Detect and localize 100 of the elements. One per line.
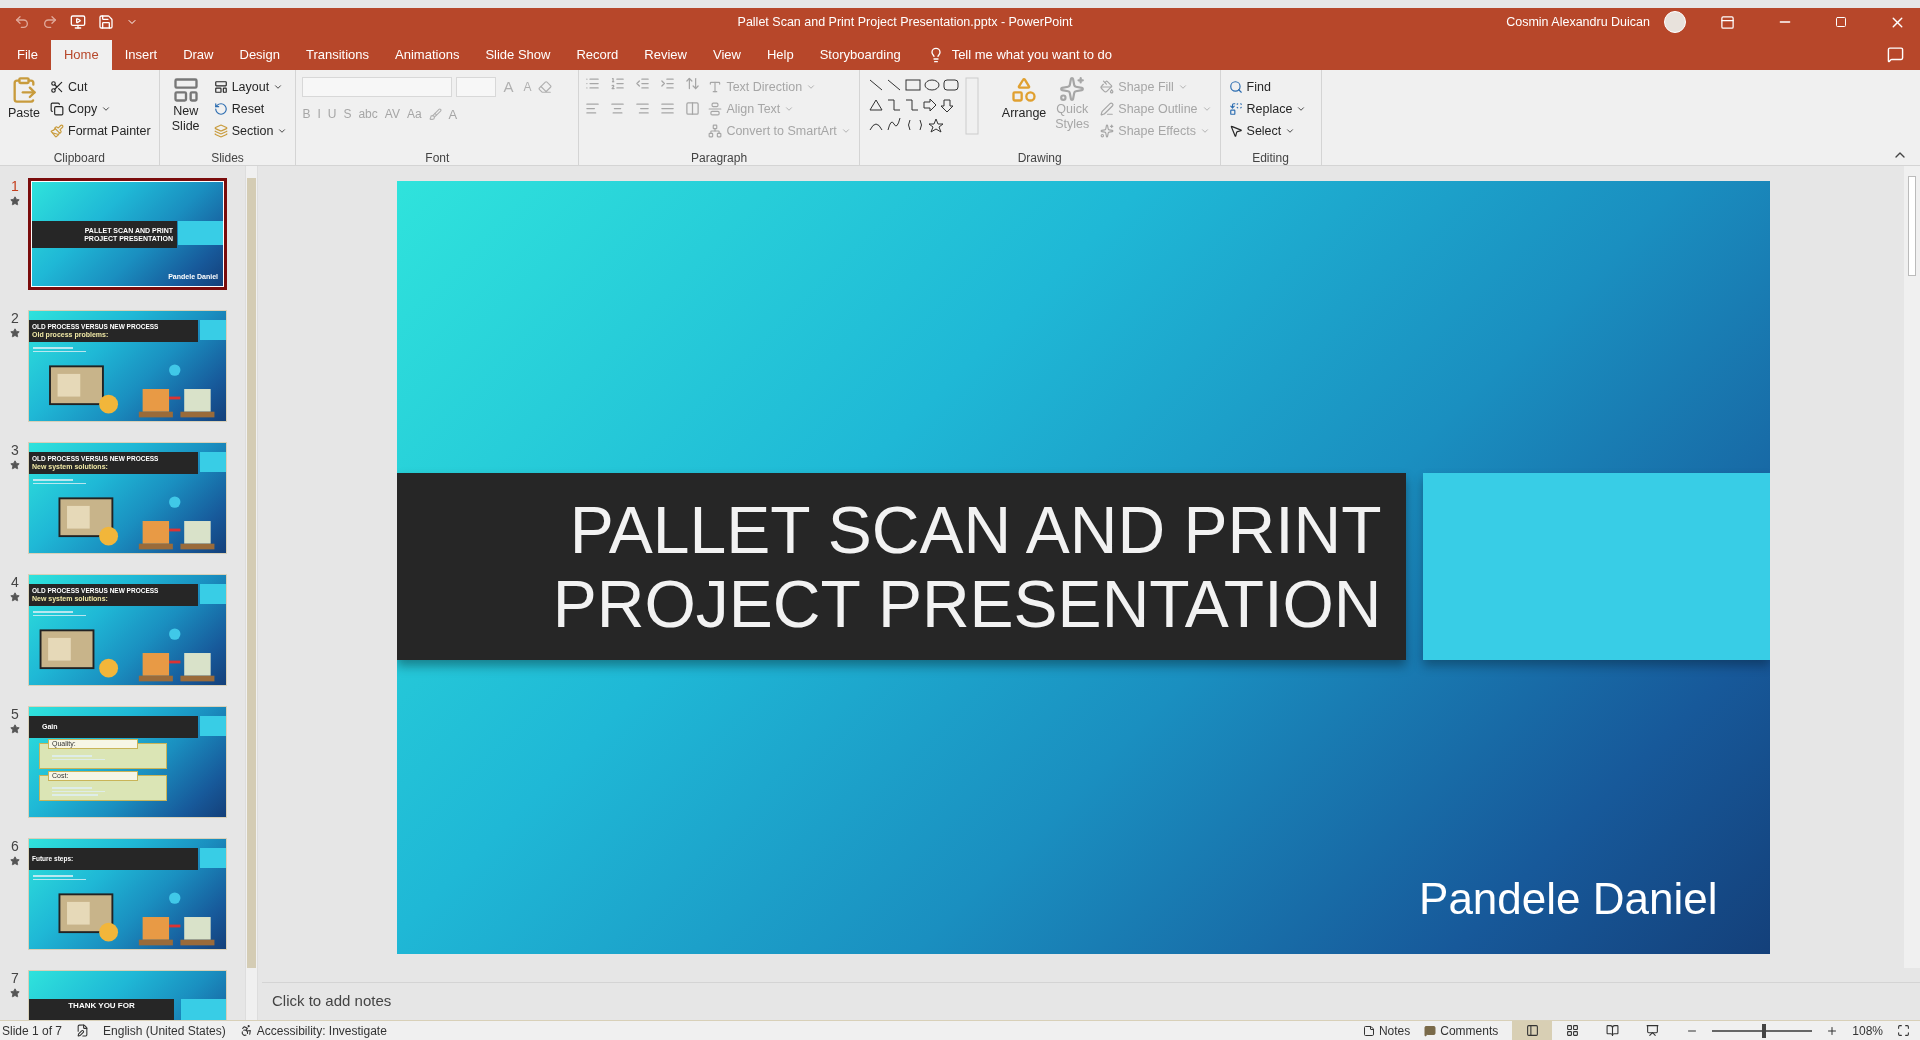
animation-star-icon [10, 196, 20, 206]
ribbon-tab[interactable]: View [700, 40, 754, 70]
save-icon[interactable] [98, 14, 114, 30]
paste-button[interactable]: Paste [6, 76, 42, 123]
effects-icon [1100, 124, 1115, 138]
animation-star-icon [10, 328, 20, 338]
ribbon-command[interactable]: Select [1226, 120, 1315, 142]
align-right-icon[interactable] [635, 101, 651, 116]
user-name: Cosmin Alexandru Duican [1506, 13, 1650, 31]
line-spacing-icon[interactable] [685, 76, 701, 91]
caret-icon [1296, 104, 1307, 114]
zoom-in-icon[interactable] [1826, 1024, 1839, 1037]
ribbon-command[interactable]: Format Painter [48, 120, 153, 142]
scrollbar[interactable] [1904, 166, 1920, 968]
accessibility-status[interactable]: Accessibility: Investigate [256, 1021, 387, 1040]
ribbon-command[interactable]: Layout [211, 76, 290, 98]
slide-number: 1 [11, 178, 19, 194]
spelling-icon[interactable] [76, 1024, 90, 1037]
align-center-icon[interactable] [610, 101, 626, 116]
justify-icon[interactable] [660, 101, 676, 116]
animation-star-icon [10, 592, 20, 602]
accessibility-icon [239, 1024, 253, 1037]
ribbon-tab[interactable]: Slide Show [472, 40, 564, 70]
undo-icon[interactable] [14, 14, 30, 30]
window-title: Pallet Scan and Print Project Presentation.pptx - PowerPoint [736, 13, 1074, 31]
comments-icon[interactable] [1887, 46, 1904, 63]
avatar-icon[interactable] [1664, 11, 1686, 33]
clear-formatting-icon[interactable] [538, 80, 553, 95]
ribbon-command[interactable]: Replace [1226, 98, 1315, 120]
bullets-icon[interactable] [585, 76, 601, 91]
animation-star-icon [10, 988, 20, 998]
slide-number: 4 [11, 574, 19, 590]
slide-title[interactable]: PROJECT PRESENTATION [552, 566, 1382, 641]
accent-block [178, 221, 223, 245]
tell-me-field[interactable]: Tell me what you want to do [951, 45, 1113, 65]
group-label: Slides [210, 150, 245, 165]
ribbon-tab[interactable]: Storyboarding [806, 40, 914, 70]
scrollbar[interactable] [245, 166, 258, 1020]
slide-subtitle[interactable]: Pandele Daniel [1419, 866, 1718, 932]
slide-layout-icon [171, 76, 200, 104]
ribbon-command[interactable]: Reset [211, 98, 290, 120]
normal-view-icon[interactable] [1512, 1020, 1553, 1040]
ribbon-tab[interactable]: Record [563, 40, 632, 70]
ribbon-tab[interactable]: Home [50, 40, 112, 70]
quick-styles-icon [1059, 76, 1086, 102]
zoom-slider-thumb[interactable] [1762, 1023, 1767, 1038]
accent-block [200, 584, 226, 604]
group-label: Clipboard [52, 150, 106, 165]
comment-icon [1424, 1024, 1437, 1037]
comments-button[interactable]: Comments [1424, 1021, 1499, 1040]
font-name-field[interactable] [302, 77, 453, 98]
ribbon-display-icon[interactable] [1720, 14, 1735, 30]
slide-thumbnail[interactable]: THANK YOU FOR [28, 970, 227, 1020]
ribbon-tab[interactable]: Help [753, 40, 807, 70]
arrange-icon [1010, 76, 1039, 104]
caret-icon [806, 82, 817, 92]
section-icon [213, 124, 228, 138]
zoom-level[interactable]: 108% [1852, 1021, 1883, 1040]
present-icon[interactable] [70, 14, 86, 30]
ribbon-tab[interactable]: Draw [170, 40, 227, 70]
replace-icon [1228, 102, 1243, 116]
ribbon-tab[interactable]: Design [226, 40, 293, 70]
animation-star-icon [10, 724, 20, 734]
decrease-indent-icon[interactable] [635, 76, 651, 91]
notes-icon [1362, 1024, 1375, 1037]
ribbon-tab[interactable]: Animations [382, 40, 473, 70]
new-slide-button[interactable]: New Slide [165, 76, 206, 134]
text-direction-icon [708, 80, 723, 94]
notes-field[interactable]: Click to add notes [272, 990, 392, 1013]
highlight-icon[interactable] [428, 107, 442, 121]
paintbrush-icon [50, 124, 64, 138]
ribbon-command[interactable]: Cut [48, 76, 153, 98]
animation-star-icon [10, 856, 20, 866]
notes-button[interactable]: Notes [1362, 1021, 1411, 1040]
copy-icon [50, 102, 64, 116]
numbering-icon[interactable] [610, 76, 626, 91]
ribbon-command[interactable]: Copy [48, 98, 153, 120]
columns-icon[interactable] [685, 101, 701, 116]
caret-icon [1285, 126, 1296, 136]
slide-counter: Slide 1 of 7 [2, 1022, 63, 1040]
fit-slide-icon[interactable] [1897, 1024, 1910, 1037]
redo-icon[interactable] [42, 14, 58, 30]
ribbon-command[interactable]: Section [211, 120, 290, 142]
ribbon-tab[interactable]: Review [631, 40, 700, 70]
caret-icon [1201, 104, 1212, 114]
align-left-icon[interactable] [585, 101, 601, 116]
font-size-field[interactable] [456, 77, 497, 98]
arrange-button[interactable]: Arrange [1001, 76, 1047, 123]
layout-icon [213, 80, 228, 94]
paint-bucket-icon [1100, 80, 1115, 94]
ribbon-command[interactable]: Find [1226, 76, 1315, 98]
slide-number: 3 [11, 442, 19, 458]
accent-block [181, 999, 226, 1020]
slide-title[interactable]: PALLET SCAN AND PRINT [569, 492, 1382, 567]
ribbon-tab[interactable]: Transitions [292, 40, 383, 70]
ribbon-tab[interactable]: Insert [111, 40, 171, 70]
restore-icon[interactable] [1835, 16, 1847, 28]
language-status[interactable]: English (United States) [103, 1021, 226, 1040]
ribbon-tab[interactable]: File [4, 40, 51, 70]
increase-indent-icon[interactable] [660, 76, 676, 91]
